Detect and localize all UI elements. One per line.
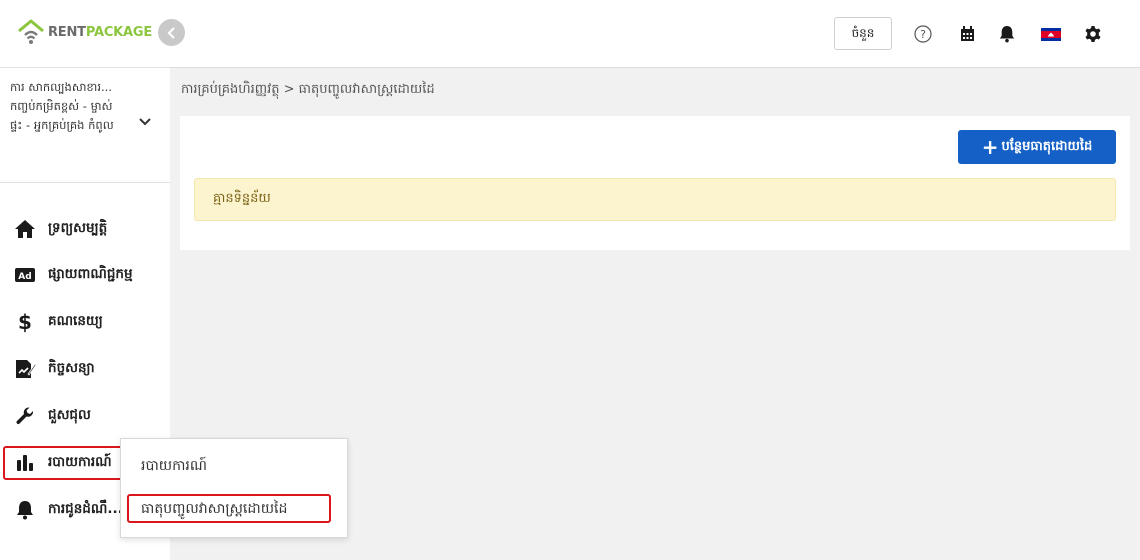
logo-row: RENTPACKAGE <box>0 0 170 66</box>
contract-icon <box>14 358 36 380</box>
sidebar-item-label: ការជូនដំណឹ... <box>48 501 123 517</box>
empty-state-alert: គ្មានទិន្នន័យ <box>194 178 1116 221</box>
sidebar-item-advertising[interactable]: Ad ផ្សាយពាណិជ្ជកម្ម <box>0 253 170 297</box>
add-button-label: បន្ថែមធាតុដោយដៃ <box>1001 138 1093 154</box>
content-card: + បន្ថែមធាតុដោយដៃ គ្មានទិន្នន័យ <box>180 116 1130 250</box>
svg-text:Ad: Ad <box>18 272 31 282</box>
svg-text:?: ? <box>920 28 926 41</box>
dollar-icon: $ <box>14 311 36 333</box>
logo-text: RENTPACKAGE <box>48 24 153 40</box>
wifi-house-icon <box>18 19 44 44</box>
svg-text:$: $ <box>18 311 32 333</box>
chevron-down-icon <box>139 118 151 126</box>
sidebar-item-repairs[interactable]: ជួសជុល <box>0 394 170 438</box>
sidebar-item-contracts[interactable]: កិច្ចសន្យា <box>0 347 170 391</box>
company-name: ការ សាកល្បងសាខារ... កញ្ចប់កម្រិតខ្ពស់ - … <box>10 80 114 132</box>
bell-icon <box>14 499 36 521</box>
highlight-box-reports <box>3 446 128 480</box>
company-selector[interactable]: ការ សាកល្បងសាខារ... កញ្ចប់កម្រិតខ្ពស់ - … <box>0 67 170 183</box>
gear-icon[interactable] <box>1083 24 1103 44</box>
help-icon[interactable]: ? <box>913 24 933 44</box>
plus-icon: + <box>981 135 999 159</box>
wrench-icon <box>14 405 36 427</box>
breadcrumb: ការគ្រប់គ្រងហិរញ្ញវត្ថុ > ធាតុបញ្ចូលវាសា… <box>181 82 435 97</box>
highlight-box-manual-entries <box>127 494 331 523</box>
sidebar-item-label: ទ្រព្យសម្បត្តិ <box>48 220 108 236</box>
collapse-sidebar-button[interactable] <box>158 19 185 46</box>
reports-submenu: របាយការណ៍ ធាតុបញ្ចូលវាសាស្ត្រដោយដៃ <box>120 438 348 538</box>
ad-icon: Ad <box>14 264 36 286</box>
sidebar-item-property[interactable]: ទ្រព្យសម្បត្តិ <box>0 207 170 251</box>
language-flag-icon[interactable] <box>1040 24 1062 44</box>
home-icon <box>14 218 36 240</box>
chevron-left-icon <box>166 26 175 39</box>
sidebar-item-label: ជួសជុល <box>48 407 91 423</box>
logo[interactable]: RENTPACKAGE <box>16 18 152 46</box>
submenu-item-reports[interactable]: របាយការណ៍ <box>141 456 207 477</box>
add-manual-entry-button[interactable]: + បន្ថែមធាតុដោយដៃ <box>958 130 1116 164</box>
sidebar-item-label: គណនេយ្យ <box>48 313 103 329</box>
sidebar-item-label: ផ្សាយពាណិជ្ជកម្ម <box>48 266 133 282</box>
sidebar-item-accounting[interactable]: $ គណនេយ្យ <box>0 300 170 344</box>
calendar-icon[interactable] <box>957 24 977 44</box>
topbar: ចំនួន ? <box>170 0 1140 68</box>
branch-button[interactable]: ចំនួន <box>834 17 892 50</box>
sidebar-item-label: កិច្ចសន្យា <box>48 360 95 376</box>
bell-icon[interactable] <box>997 24 1017 44</box>
